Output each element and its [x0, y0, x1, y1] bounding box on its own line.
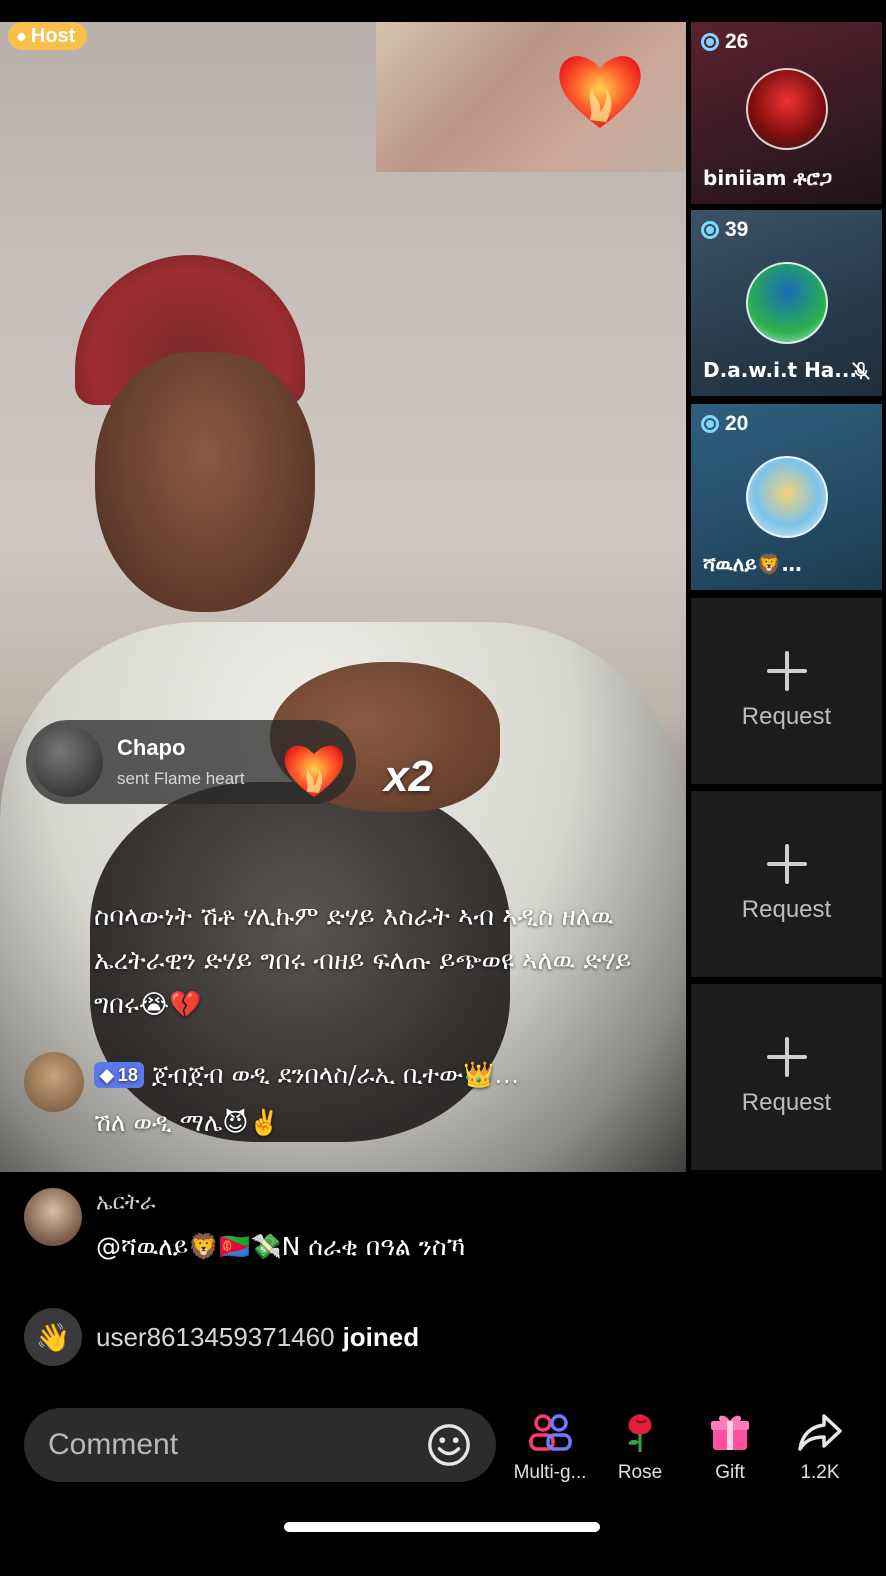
- guest-score: 26: [701, 30, 748, 54]
- guest-score: 39: [701, 218, 748, 242]
- score-icon: [701, 33, 719, 51]
- share-icon: [798, 1414, 842, 1451]
- host-label: Host: [30, 24, 76, 47]
- flame-heart-icon: [559, 56, 641, 128]
- multi-guest-button[interactable]: Multi-g...: [505, 1408, 595, 1484]
- badge-comment-line2: ሽለ ወዲ ማሌ😈✌️: [94, 1108, 280, 1137]
- guest-slot-2[interactable]: 39 D.a.w.i.t Ha...: [691, 210, 882, 396]
- mic-muted-icon: [852, 361, 870, 380]
- guest-avatar[interactable]: [746, 262, 828, 344]
- streamer-face: [95, 352, 315, 612]
- rose-button[interactable]: Rose: [595, 1408, 685, 1484]
- request-slot-2[interactable]: Request: [691, 791, 882, 977]
- overlay-comment: ስባላውነት ሽቶ ሃሊኩም ድሃይ እስራት ኣብ ኣዲስ ዘለዉ ኤረትራዊ…: [94, 902, 632, 1020]
- chat-text: @ሻዉለይ🦁🇪🇷💸N ሰራቂ በዓል ንስኻ: [96, 1232, 466, 1261]
- gift-label: Gift: [715, 1462, 745, 1483]
- guest-slot-1[interactable]: 26 biniiam ቶሮጋ: [691, 22, 882, 204]
- score-icon: [701, 415, 719, 433]
- plus-icon: [766, 651, 807, 691]
- gifter-name: Chapo: [117, 735, 186, 760]
- guest-avatar[interactable]: [746, 68, 828, 150]
- share-count: 1.2K: [800, 1462, 840, 1483]
- guest-score-value: 39: [725, 218, 749, 241]
- guest-avatar[interactable]: [746, 456, 828, 538]
- gift-description: sent Flame heart: [117, 769, 245, 788]
- rose-icon: [628, 1414, 652, 1452]
- request-slot-1[interactable]: Request: [691, 598, 882, 784]
- share-button[interactable]: 1.2K: [775, 1408, 865, 1484]
- wave-hand-icon: 👋: [24, 1308, 82, 1366]
- diamond-icon: ◆: [100, 1064, 114, 1085]
- comment-placeholder: Comment: [48, 1428, 179, 1461]
- flame-heart-gift-icon: [284, 745, 344, 798]
- badge-comment-line1: ጀብጀብ ወዲ ደንበላስ/ራኢ ቢተው👑…: [151, 1060, 520, 1089]
- multi-guest-icon: [529, 1414, 572, 1451]
- joined-label: joined: [342, 1321, 420, 1352]
- rose-label: Rose: [617, 1462, 663, 1483]
- guest-name: D.a.w.i.t Ha...: [703, 358, 858, 382]
- gift-icon: [711, 1415, 749, 1450]
- score-icon: [701, 221, 719, 239]
- chat-avatar[interactable]: [24, 1188, 82, 1246]
- plus-icon: [766, 1037, 807, 1077]
- host-badge: ● Host: [8, 22, 88, 50]
- guest-name: biniiam ቶሮጋ: [703, 166, 833, 190]
- comment-input[interactable]: Comment: [24, 1408, 496, 1482]
- request-label: Request: [741, 703, 832, 730]
- emoji-icon[interactable]: [426, 1422, 472, 1468]
- guest-score-value: 20: [725, 412, 749, 435]
- guest-score: 20: [701, 412, 748, 436]
- request-slot-3[interactable]: Request: [691, 984, 882, 1170]
- home-indicator[interactable]: [284, 1522, 600, 1532]
- level-number: 18: [117, 1064, 138, 1085]
- guest-slot-3[interactable]: 20 ሻዉለይ🦁…: [691, 404, 882, 590]
- guest-score-value: 26: [725, 30, 749, 53]
- chat-username[interactable]: ኤርትራ: [96, 1190, 155, 1215]
- join-event: 👋 user8613459371460 joined: [24, 1308, 419, 1366]
- level-badge: ◆ 18: [94, 1062, 144, 1088]
- plus-icon: [766, 844, 807, 884]
- gifter-avatar[interactable]: [33, 727, 103, 797]
- gift-button[interactable]: Gift: [685, 1408, 775, 1484]
- host-icon: ●: [16, 25, 27, 46]
- gift-count: x2: [384, 752, 433, 801]
- commenter-avatar[interactable]: [24, 1052, 84, 1112]
- request-label: Request: [741, 1089, 832, 1116]
- badge-comment: ◆ 18 ጀብጀብ ወዲ ደንበላስ/ራኢ ቢተው👑… ሽለ ወዲ ማሌ😈✌️: [24, 1050, 674, 1160]
- joined-username[interactable]: user8613459371460: [96, 1322, 335, 1353]
- multi-guest-label: Multi-g...: [513, 1462, 587, 1483]
- guest-name: ሻዉለይ🦁…: [703, 552, 802, 576]
- request-label: Request: [741, 896, 832, 923]
